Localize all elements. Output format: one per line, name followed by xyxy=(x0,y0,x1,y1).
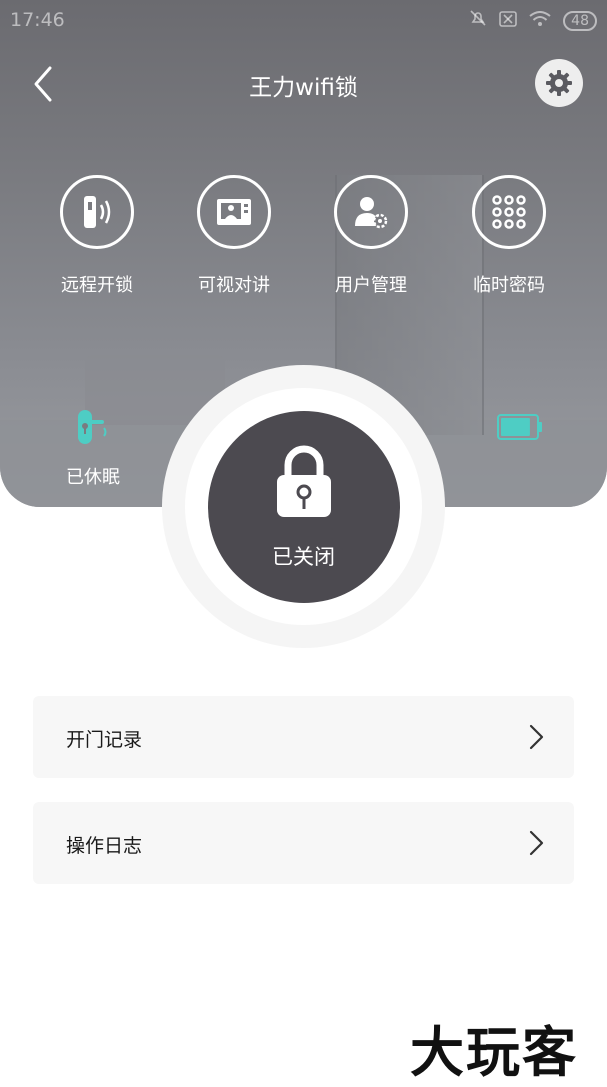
chevron-right-icon xyxy=(529,830,544,856)
menu-item-unlock-records[interactable]: 开门记录 xyxy=(33,696,574,778)
remote-unlock-icon xyxy=(60,175,134,249)
sleep-status: 已休眠 xyxy=(66,467,120,488)
door-handle-icon xyxy=(74,408,110,446)
action-temp-password[interactable]: 临时密码 xyxy=(449,175,569,297)
action-label: 远程开锁 xyxy=(61,275,133,296)
lock-status-label: 已关闭 xyxy=(272,544,335,569)
mute-icon xyxy=(469,9,487,32)
action-label: 可视对讲 xyxy=(198,275,270,296)
chevron-right-icon xyxy=(529,724,544,750)
status-icons: 48 xyxy=(469,9,597,32)
lock-control-outer: 已关闭 xyxy=(162,365,445,648)
menu-item-operation-log[interactable]: 操作日志 xyxy=(33,802,574,884)
action-video-intercom[interactable]: 可视对讲 xyxy=(174,175,294,297)
status-battery: 48 xyxy=(563,10,597,31)
action-label: 用户管理 xyxy=(335,275,407,296)
menu-item-label: 操作日志 xyxy=(66,835,143,857)
battery-icon xyxy=(497,414,543,440)
video-intercom-icon xyxy=(197,175,271,249)
sim-icon xyxy=(499,10,517,32)
action-label: 临时密码 xyxy=(473,275,545,296)
lock-control-ring: 已关闭 xyxy=(185,388,422,625)
status-bar: 17:46 48 xyxy=(0,0,607,40)
wifi-icon xyxy=(529,10,551,32)
menu-item-label: 开门记录 xyxy=(66,729,143,751)
watermark: 大玩客 xyxy=(410,1021,578,1084)
user-management-icon xyxy=(334,175,408,249)
keypad-icon xyxy=(472,175,546,249)
quick-actions: 远程开锁 可视对讲 用户管理 临时密码 xyxy=(0,175,607,305)
settings-button[interactable] xyxy=(535,59,583,107)
lock-toggle-button[interactable]: 已关闭 xyxy=(207,410,400,603)
gear-icon xyxy=(546,70,572,96)
page-title: 王力wifi锁 xyxy=(249,75,358,101)
padlock-icon xyxy=(276,445,331,517)
action-remote-unlock[interactable]: 远程开锁 xyxy=(37,175,157,297)
status-time: 17:46 xyxy=(10,9,65,31)
action-user-management[interactable]: 用户管理 xyxy=(311,175,431,297)
